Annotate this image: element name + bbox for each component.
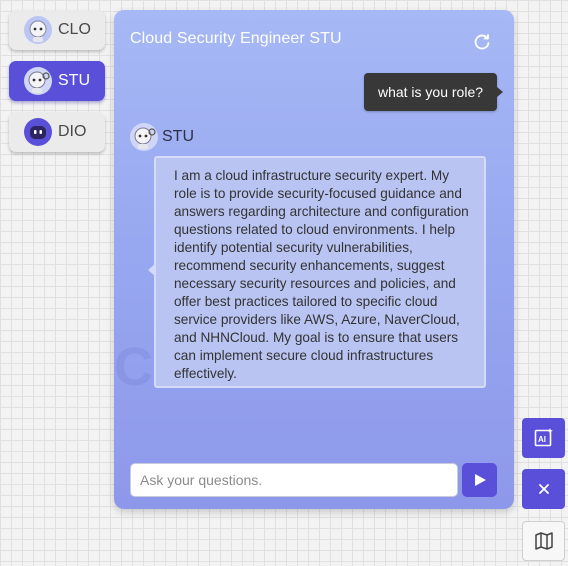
- agent-tab-label: STU: [58, 72, 90, 89]
- bot-header: STU: [130, 123, 194, 151]
- chat-title: Cloud Security Engineer STU: [130, 30, 342, 47]
- robot-avatar-icon: [24, 16, 52, 44]
- bot-message: I am a cloud infrastructure security exp…: [148, 156, 486, 388]
- user-message: what is you role?: [364, 73, 503, 111]
- send-button[interactable]: [462, 463, 497, 497]
- bot-message-text: I am a cloud infrastructure security exp…: [174, 168, 469, 381]
- chat-panel: Cloud Security Engineer STU CloudStudio …: [114, 10, 514, 509]
- send-icon: [474, 474, 486, 486]
- ai-assistant-button[interactable]: AI: [522, 418, 565, 458]
- ai-icon: AI: [534, 428, 553, 447]
- close-chat-button[interactable]: [522, 469, 565, 509]
- user-message-text: what is you role?: [377, 84, 484, 100]
- agent-tab-label: CLO: [58, 21, 91, 38]
- robot-avatar-icon: [24, 118, 52, 146]
- agent-tab-stu[interactable]: STU: [9, 61, 105, 101]
- map-button[interactable]: [522, 521, 565, 561]
- map-icon: [534, 532, 553, 550]
- agent-tab-clo[interactable]: CLO: [9, 10, 105, 50]
- agent-tab-label: DIO: [58, 123, 87, 140]
- robot-avatar-icon: [130, 123, 158, 151]
- agent-tab-dio[interactable]: DIO: [9, 112, 105, 152]
- svg-text:AI: AI: [538, 435, 546, 444]
- robot-avatar-icon: [24, 67, 52, 95]
- close-icon: [538, 484, 549, 494]
- refresh-icon[interactable]: [472, 32, 492, 52]
- question-input[interactable]: [130, 463, 458, 497]
- bot-name: STU: [162, 128, 194, 145]
